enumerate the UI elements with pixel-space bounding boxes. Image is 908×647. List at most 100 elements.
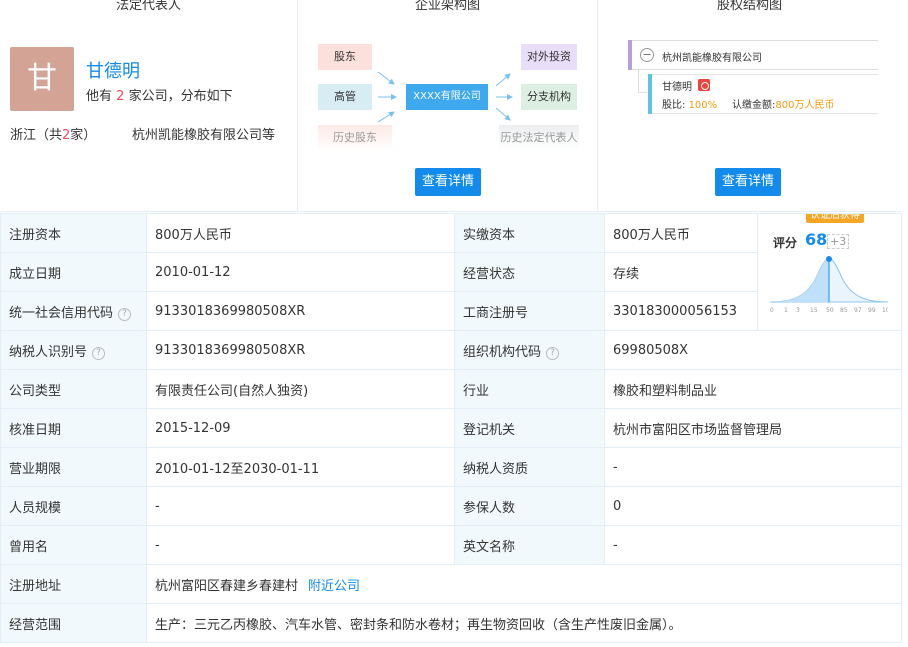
equity-ratio: 股比: 100% (662, 100, 718, 111)
field-value: 杭州富阳区春建乡春建村 附近公司 (146, 564, 902, 604)
table-row: 注册资本 800万人民币 实缴资本 800万人民币 认证后获得 评分 68 +3 (0, 213, 902, 331)
score-delta: +3 (827, 234, 850, 249)
field-label: 曾用名 (0, 525, 147, 565)
field-value: 杭州市富阳区市场监督管理局 (604, 408, 902, 448)
field-label: 经营状态 (454, 252, 605, 292)
person-badge-icon (698, 79, 710, 91)
field-value: - (604, 525, 902, 565)
org-shareholder-node: 股东 (318, 44, 372, 70)
field-value: 800万人民币 (146, 213, 455, 253)
field-value: 9133018369980508XR (146, 330, 455, 370)
field-value: 2015-12-09 (146, 408, 455, 448)
field-label: 营业期限 (0, 447, 147, 487)
table-row: 营业期限 2010-01-12至2030-01-11 纳税人资质 - (0, 447, 902, 487)
field-label: 公司类型 (0, 369, 147, 409)
equity-card: 股权结构图 − 杭州凯能橡胶有限公司 甘德明 股比: 100% 认缴金额:800… (598, 0, 901, 212)
score-axis-tick: 99 (868, 307, 876, 314)
field-value: 9133018369980508XR (146, 291, 455, 331)
equity-header: 股权结构图 (716, 0, 782, 13)
org-branch-node: 分支机构 (521, 84, 577, 110)
business-info-table: 注册资本 800万人民币 实缴资本 800万人民币 认证后获得 评分 68 +3 (0, 213, 902, 643)
field-label: 纳税人资质 (454, 447, 605, 487)
company-summary[interactable]: 杭州凯能橡胶有限公司等 (132, 124, 275, 143)
score-axis-ticks: 0 1 3 15 50 85 97 99 100 (770, 307, 888, 314)
province-summary[interactable]: 浙江（共2家） (10, 124, 96, 143)
score-label: 评分 (773, 236, 798, 250)
company-count[interactable]: 2 (116, 89, 124, 104)
field-label: 实缴资本 (454, 213, 605, 253)
equity-amount: 认缴金额:800万人民币 (732, 100, 835, 111)
field-value: - (146, 525, 455, 565)
field-label: 人员规模 (0, 486, 147, 526)
field-value: 330183000056153 (604, 291, 758, 331)
field-value: 橡胶和塑料制品业 (604, 369, 902, 409)
org-investment-node: 对外投资 (521, 44, 577, 70)
field-label: 工商注册号 (454, 291, 605, 331)
score-axis-tick: 85 (840, 307, 848, 314)
org-historical-shareholder-node: 历史股东 (318, 125, 392, 151)
org-chart-header: 企业架构图 (414, 0, 480, 13)
help-icon[interactable]: ? (118, 307, 132, 321)
field-value: 800万人民币 (604, 213, 758, 253)
org-management-node: 高管 (318, 84, 372, 110)
field-label: 核准日期 (0, 408, 147, 448)
help-icon[interactable]: ? (92, 346, 106, 360)
field-value: 2010-01-12 (146, 252, 455, 292)
legal-rep-card: 法定代表人 甘 甘德明 他有 2 家公司，分布如下 浙江（共2家） 杭州凯能橡胶… (0, 0, 298, 212)
field-label: 注册地址 (0, 564, 147, 604)
field-label: 成立日期 (0, 252, 147, 292)
table-row: 人员规模 - 参保人数 0 (0, 486, 902, 526)
table-row: 公司类型 有限责任公司(自然人独资) 行业 橡胶和塑料制品业 (0, 369, 902, 409)
equity-holder-name[interactable]: 甘德明 (662, 78, 692, 93)
tree-connector (638, 70, 639, 92)
field-label: 统一社会信用代码? (0, 291, 147, 331)
table-row: 注册地址 杭州富阳区春建乡春建村 附近公司 (0, 564, 902, 604)
table-row: 核准日期 2015-12-09 登记机关 杭州市富阳区市场监督管理局 (0, 408, 902, 448)
equity-company-name[interactable]: 杭州凯能橡胶有限公司 (662, 49, 762, 64)
field-label: 登记机关 (454, 408, 605, 448)
address-value: 杭州富阳区春建乡春建村 (155, 578, 299, 594)
legal-rep-name[interactable]: 甘德明 (86, 57, 140, 83)
field-label: 注册资本 (0, 213, 147, 253)
score-axis-tick: 97 (854, 307, 862, 314)
org-detail-button[interactable]: 查看详情 (415, 168, 481, 196)
score-badge[interactable]: 认证后获得 (806, 214, 864, 223)
org-chart-card: 企业架构图 股东 高管 历史股东 XXXX有限公司 对外投资 分支机构 历史法定… (298, 0, 598, 212)
field-value: - (604, 447, 902, 487)
field-value: - (146, 486, 455, 526)
legal-rep-info: 他有 2 家公司，分布如下 (86, 89, 233, 104)
field-value: 0 (604, 486, 902, 526)
score-axis-tick: 15 (810, 307, 818, 314)
score-value: 68 (805, 230, 828, 249)
top-cards: 法定代表人 甘 甘德明 他有 2 家公司，分布如下 浙江（共2家） 杭州凯能橡胶… (0, 0, 901, 212)
field-value: 69980508X (604, 330, 902, 370)
table-row: 曾用名 - 英文名称 - (0, 525, 902, 565)
nearby-companies-link[interactable]: 附近公司 (308, 579, 360, 594)
table-row: 经营范围 生产：三元乙丙橡胶、汽车水管、密封条和防水卷材；再生物资回收（含生产性… (0, 603, 902, 643)
field-label: 英文名称 (454, 525, 605, 565)
field-value: 存续 (604, 252, 758, 292)
field-value: 2010-01-12至2030-01-11 (146, 447, 455, 487)
field-label: 组织机构代码? (454, 330, 605, 370)
field-label: 纳税人识别号? (0, 330, 147, 370)
score-axis-tick: 100 (882, 307, 888, 314)
tree-connector (638, 92, 647, 93)
equity-detail-button[interactable]: 查看详情 (715, 168, 781, 196)
org-historical-legal-rep-node: 历史法定代表人 (499, 125, 579, 151)
score-axis-tick: 3 (796, 307, 800, 314)
field-label: 行业 (454, 369, 605, 409)
field-label: 参保人数 (454, 486, 605, 526)
table-row: 纳税人识别号? 9133018369980508XR 组织机构代码? 69980… (0, 330, 902, 370)
score-axis-tick: 0 (770, 307, 774, 314)
legal-rep-header: 法定代表人 (115, 0, 181, 13)
collapse-icon[interactable]: − (640, 48, 654, 62)
field-value: 有限责任公司(自然人独资) (146, 369, 455, 409)
field-label: 经营范围 (0, 603, 147, 643)
score-distribution-chart: 0 1 3 15 50 85 97 99 100 (770, 256, 888, 314)
score-panel[interactable]: 认证后获得 评分 68 +3 0 1 3 15 50 85 97 99 100 (757, 213, 902, 331)
avatar[interactable]: 甘 (10, 47, 74, 111)
business-scope-value: 生产：三元乙丙橡胶、汽车水管、密封条和防水卷材；再生物资回收（含生产性废旧金属）… (146, 603, 902, 643)
org-company-node: XXXX有限公司 (406, 84, 488, 110)
help-icon[interactable]: ? (546, 346, 560, 360)
score-axis-tick: 50 (826, 307, 834, 314)
